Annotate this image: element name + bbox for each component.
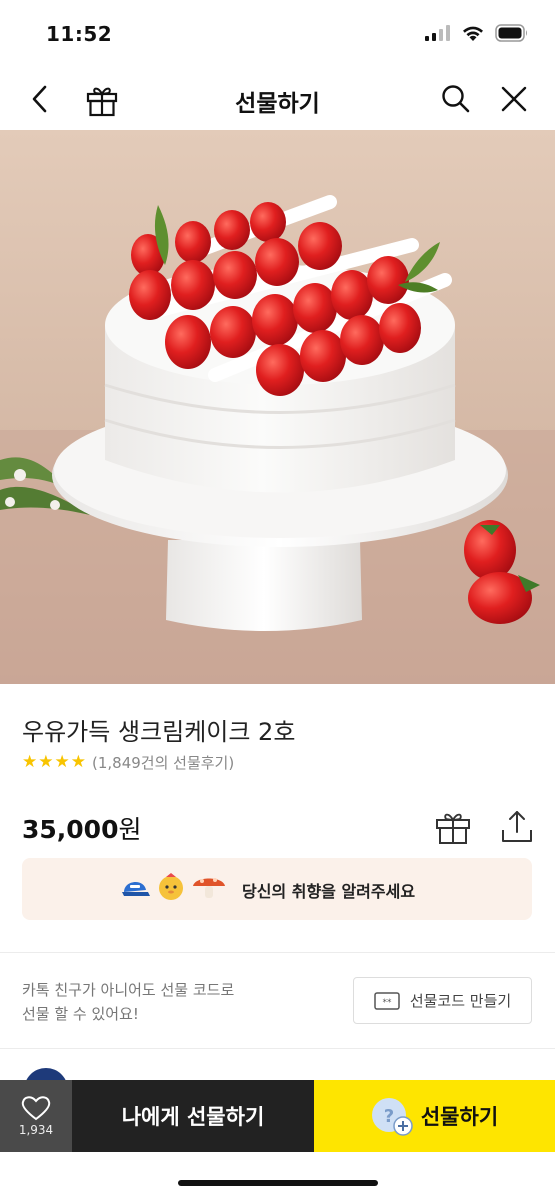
gift-code-button[interactable]: ** 선물코드 만들기 — [353, 977, 532, 1024]
nav-bar: 선물하기 — [0, 70, 555, 130]
section-divider — [0, 952, 555, 953]
self-gift-label: 나에게 선물하기 — [121, 1105, 265, 1129]
product-image[interactable] — [0, 130, 555, 684]
status-time: 11:52 — [46, 22, 113, 46]
battery-icon — [495, 24, 527, 42]
product-name: 우유가득 생크림케이크 2호 — [22, 718, 296, 746]
ticket-icon: ** — [374, 991, 400, 1010]
taste-icons — [118, 870, 228, 904]
price-value: 35,000 — [22, 815, 119, 844]
taste-banner[interactable]: 당신의 취향을 알려주세요 — [22, 858, 532, 920]
bottom-action-bar: 1,934 나에게 선물하기 ? 선물하기 — [0, 1080, 555, 1152]
rating-row[interactable]: ★ ★ ★ ★ (1,849건의 선물후기) — [22, 752, 234, 773]
close-icon[interactable] — [497, 82, 531, 116]
cap-icon — [122, 881, 150, 896]
review-count[interactable]: (1,849건의 선물후기) — [92, 752, 234, 773]
svg-text:**: ** — [382, 998, 392, 1008]
gift-code-button-label: 선물코드 만들기 — [409, 992, 512, 1010]
character-icon — [159, 873, 183, 900]
friend-add-icon: ? — [371, 1098, 413, 1136]
rating-stars: ★ ★ ★ ★ — [22, 754, 86, 771]
gift-wishlist-icon[interactable] — [434, 808, 472, 846]
gift-code-description: 카톡 친구가 아니어도 선물 코드로 선물 할 수 있어요! — [22, 978, 322, 1026]
like-button[interactable]: 1,934 — [0, 1080, 72, 1152]
price-unit: 원 — [118, 815, 142, 844]
star-icon: ★ — [54, 752, 70, 772]
gift-code-desc-line1: 카톡 친구가 아니어도 선물 코드로 — [22, 981, 235, 999]
star-icon: ★ — [70, 752, 86, 772]
cake-photo — [0, 130, 555, 684]
gift-button[interactable]: ? 선물하기 — [314, 1080, 555, 1152]
star-icon: ★ — [22, 752, 38, 772]
status-icons — [425, 24, 529, 42]
status-bar: 11:52 — [0, 0, 555, 70]
gift-code-desc-line2: 선물 할 수 있어요! — [22, 1005, 139, 1023]
share-icon[interactable] — [498, 808, 536, 846]
gift-label: 선물하기 — [420, 1105, 499, 1129]
home-indicator — [178, 1180, 378, 1186]
taste-banner-text: 당신의 취향을 알려주세요 — [242, 882, 416, 901]
svg-text:?: ? — [384, 1106, 394, 1127]
heart-icon — [21, 1096, 51, 1121]
self-gift-button[interactable]: 나에게 선물하기 — [72, 1080, 314, 1152]
signal-icon — [425, 25, 450, 41]
price: 35,000원 — [22, 810, 142, 846]
search-icon[interactable] — [439, 82, 473, 116]
star-icon: ★ — [38, 752, 54, 772]
mushroom-icon — [193, 878, 225, 898]
wifi-icon — [463, 26, 483, 41]
like-count: 1,934 — [18, 1123, 54, 1137]
section-divider-2 — [0, 1048, 555, 1049]
